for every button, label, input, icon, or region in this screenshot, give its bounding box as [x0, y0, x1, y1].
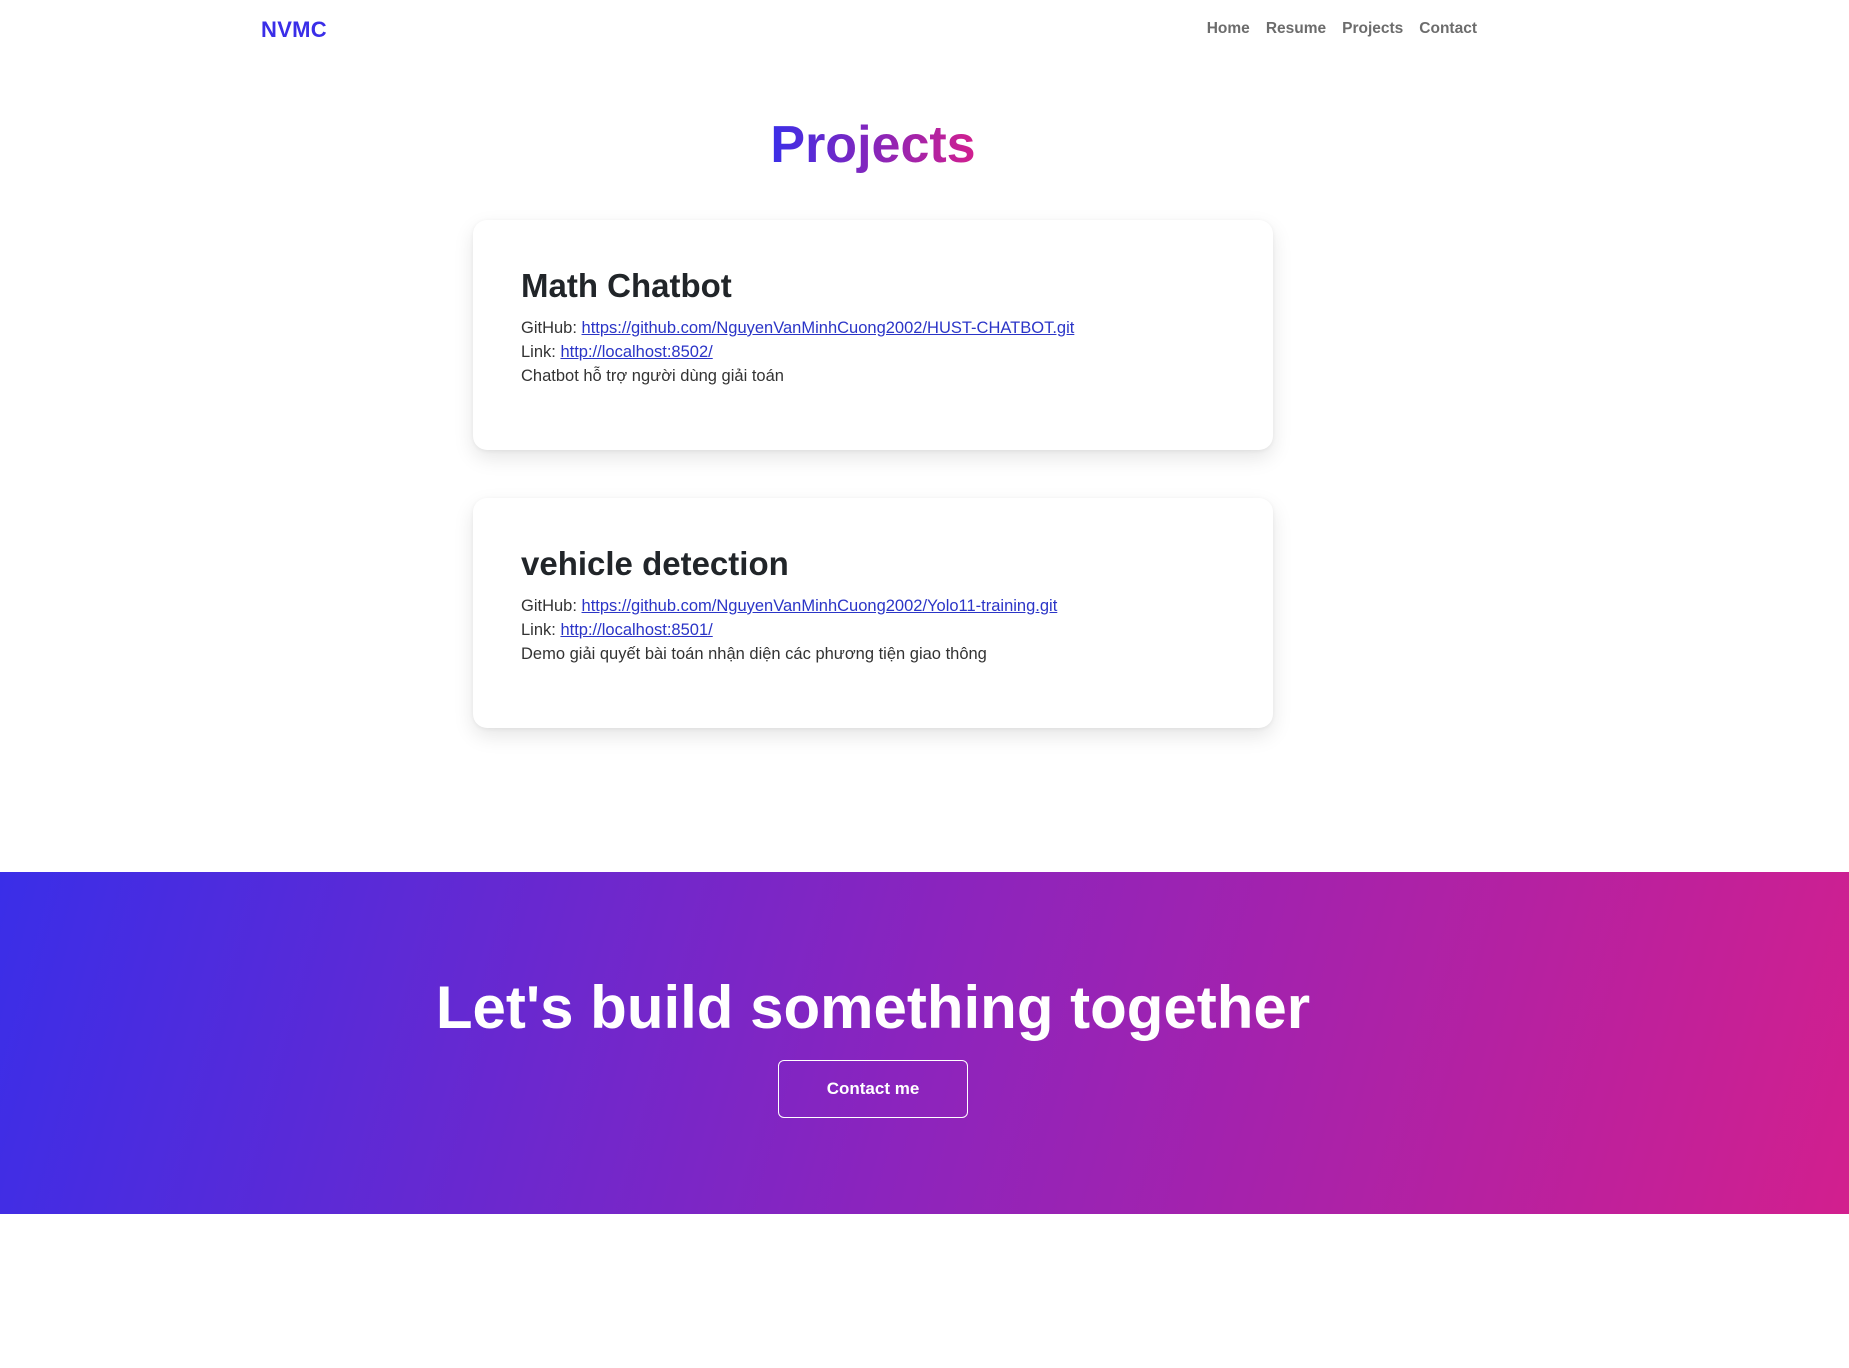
cta-title: Let's build something together	[435, 974, 1311, 1041]
project-title: Math Chatbot	[521, 267, 732, 304]
github-link[interactable]: https://github.com/NguyenVanMinhCuong200…	[582, 597, 1058, 615]
project-github-row: GitHub: https://github.com/NguyenVanMinh…	[521, 316, 1225, 340]
project-card-math-chatbot: Math Chatbot GitHub: https://github.com/…	[473, 220, 1273, 450]
nav-link-projects[interactable]: Projects	[1342, 20, 1403, 38]
nav-link-resume[interactable]: Resume	[1266, 20, 1326, 38]
nav-link-home[interactable]: Home	[1207, 20, 1250, 38]
demo-link[interactable]: http://localhost:8502/	[560, 343, 712, 361]
cta-banner: Let's build something together Contact m…	[0, 872, 1849, 1214]
navbar: NVMC Home Resume Projects Contact	[0, 0, 1849, 62]
project-description: Demo giải quyết bài toán nhận diện các p…	[521, 645, 987, 663]
page-title: Projects	[0, 108, 1746, 182]
project-link-row: Link: http://localhost:8502/	[521, 340, 1225, 364]
project-link-row: Link: http://localhost:8501/	[521, 618, 1225, 642]
project-title: vehicle detection	[521, 545, 789, 582]
contact-me-button[interactable]: Contact me	[778, 1060, 968, 1118]
github-label: GitHub:	[521, 319, 577, 337]
project-github-row: GitHub: https://github.com/NguyenVanMinh…	[521, 594, 1225, 618]
demo-link[interactable]: http://localhost:8501/	[560, 621, 712, 639]
brand-logo-link[interactable]: NVMC	[261, 17, 327, 43]
github-link[interactable]: https://github.com/NguyenVanMinhCuong200…	[582, 319, 1075, 337]
nav-link-contact[interactable]: Contact	[1419, 20, 1477, 38]
page-title-text: Projects	[770, 116, 976, 174]
github-label: GitHub:	[521, 597, 577, 615]
nav-links: Home Resume Projects Contact	[1207, 20, 1477, 38]
project-description: Chatbot hỗ trợ người dùng giải toán	[521, 367, 784, 385]
project-card-vehicle-detection: vehicle detection GitHub: https://github…	[473, 498, 1273, 728]
link-label: Link:	[521, 621, 556, 639]
link-label: Link:	[521, 343, 556, 361]
